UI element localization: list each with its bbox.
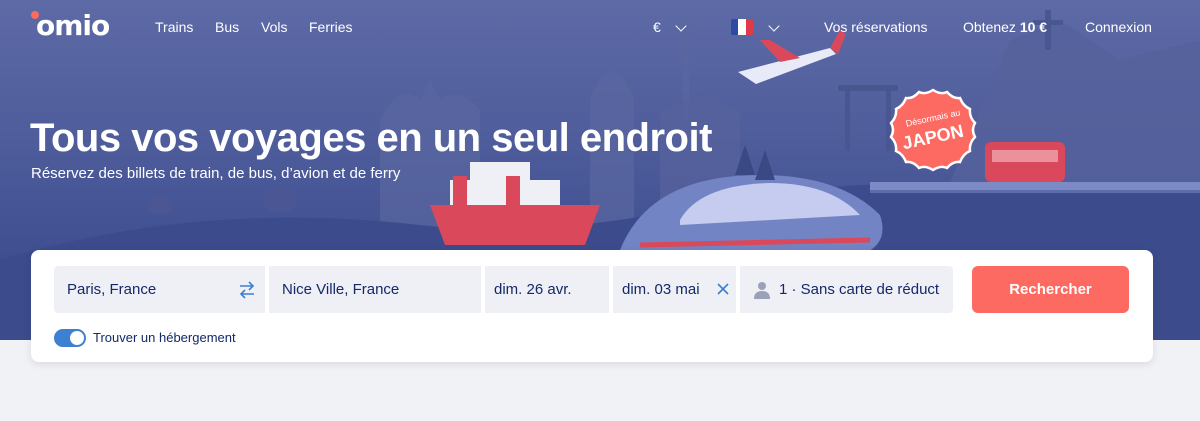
japan-badge[interactable]: Désormais au JAPON bbox=[887, 87, 979, 179]
nav-link-vols[interactable]: Vols bbox=[261, 19, 287, 35]
currency-value: € bbox=[653, 19, 661, 35]
destination-field[interactable]: Nice Ville, France bbox=[269, 266, 481, 313]
nav-link-ferries[interactable]: Ferries bbox=[309, 19, 353, 35]
chevron-down-icon[interactable] bbox=[768, 20, 780, 32]
promo-amount: 10 € bbox=[1019, 19, 1048, 35]
swap-icon[interactable] bbox=[237, 281, 257, 299]
currency-selector[interactable]: € bbox=[653, 19, 661, 35]
departure-date-field[interactable]: dim. 26 avr. bbox=[485, 266, 609, 313]
return-date-value: dim. 03 mai bbox=[622, 281, 700, 298]
login-link[interactable]: Connexion bbox=[1085, 19, 1152, 35]
nav-link-trains[interactable]: Trains bbox=[155, 19, 193, 35]
france-flag-icon[interactable] bbox=[731, 19, 753, 35]
hero-title: Tous vos voyages en un seul endroit bbox=[30, 116, 712, 160]
promo-link[interactable]: Obtenez 10 € bbox=[963, 19, 1047, 35]
passengers-value: 1 · Sans carte de réduct bbox=[779, 281, 940, 298]
top-navigation: omio Trains Bus Vols Ferries € Vos réser… bbox=[0, 0, 1200, 56]
origin-value: Paris, France bbox=[67, 281, 157, 298]
origin-field[interactable]: Paris, France bbox=[54, 266, 265, 313]
accommodation-toggle-label[interactable]: Trouver un hébergement bbox=[93, 330, 236, 345]
close-icon[interactable] bbox=[716, 282, 730, 296]
toggle-knob bbox=[70, 331, 84, 345]
bookings-link[interactable]: Vos réservations bbox=[824, 19, 928, 35]
nav-link-bus[interactable]: Bus bbox=[215, 19, 239, 35]
accommodation-toggle[interactable] bbox=[54, 329, 86, 347]
departure-date-value: dim. 26 avr. bbox=[494, 281, 572, 298]
search-card: Paris, France Nice Ville, France dim. 26… bbox=[31, 250, 1153, 362]
search-button[interactable]: Rechercher bbox=[972, 266, 1129, 313]
omio-logo[interactable]: omio bbox=[36, 9, 110, 42]
person-icon bbox=[754, 281, 770, 299]
passengers-field[interactable]: 1 · Sans carte de réduct bbox=[740, 266, 953, 313]
destination-value: Nice Ville, France bbox=[282, 281, 400, 298]
promo-prefix: Obtenez bbox=[963, 19, 1016, 35]
chevron-down-icon[interactable] bbox=[675, 20, 687, 32]
hero-subtitle: Réservez des billets de train, de bus, d… bbox=[31, 165, 401, 182]
